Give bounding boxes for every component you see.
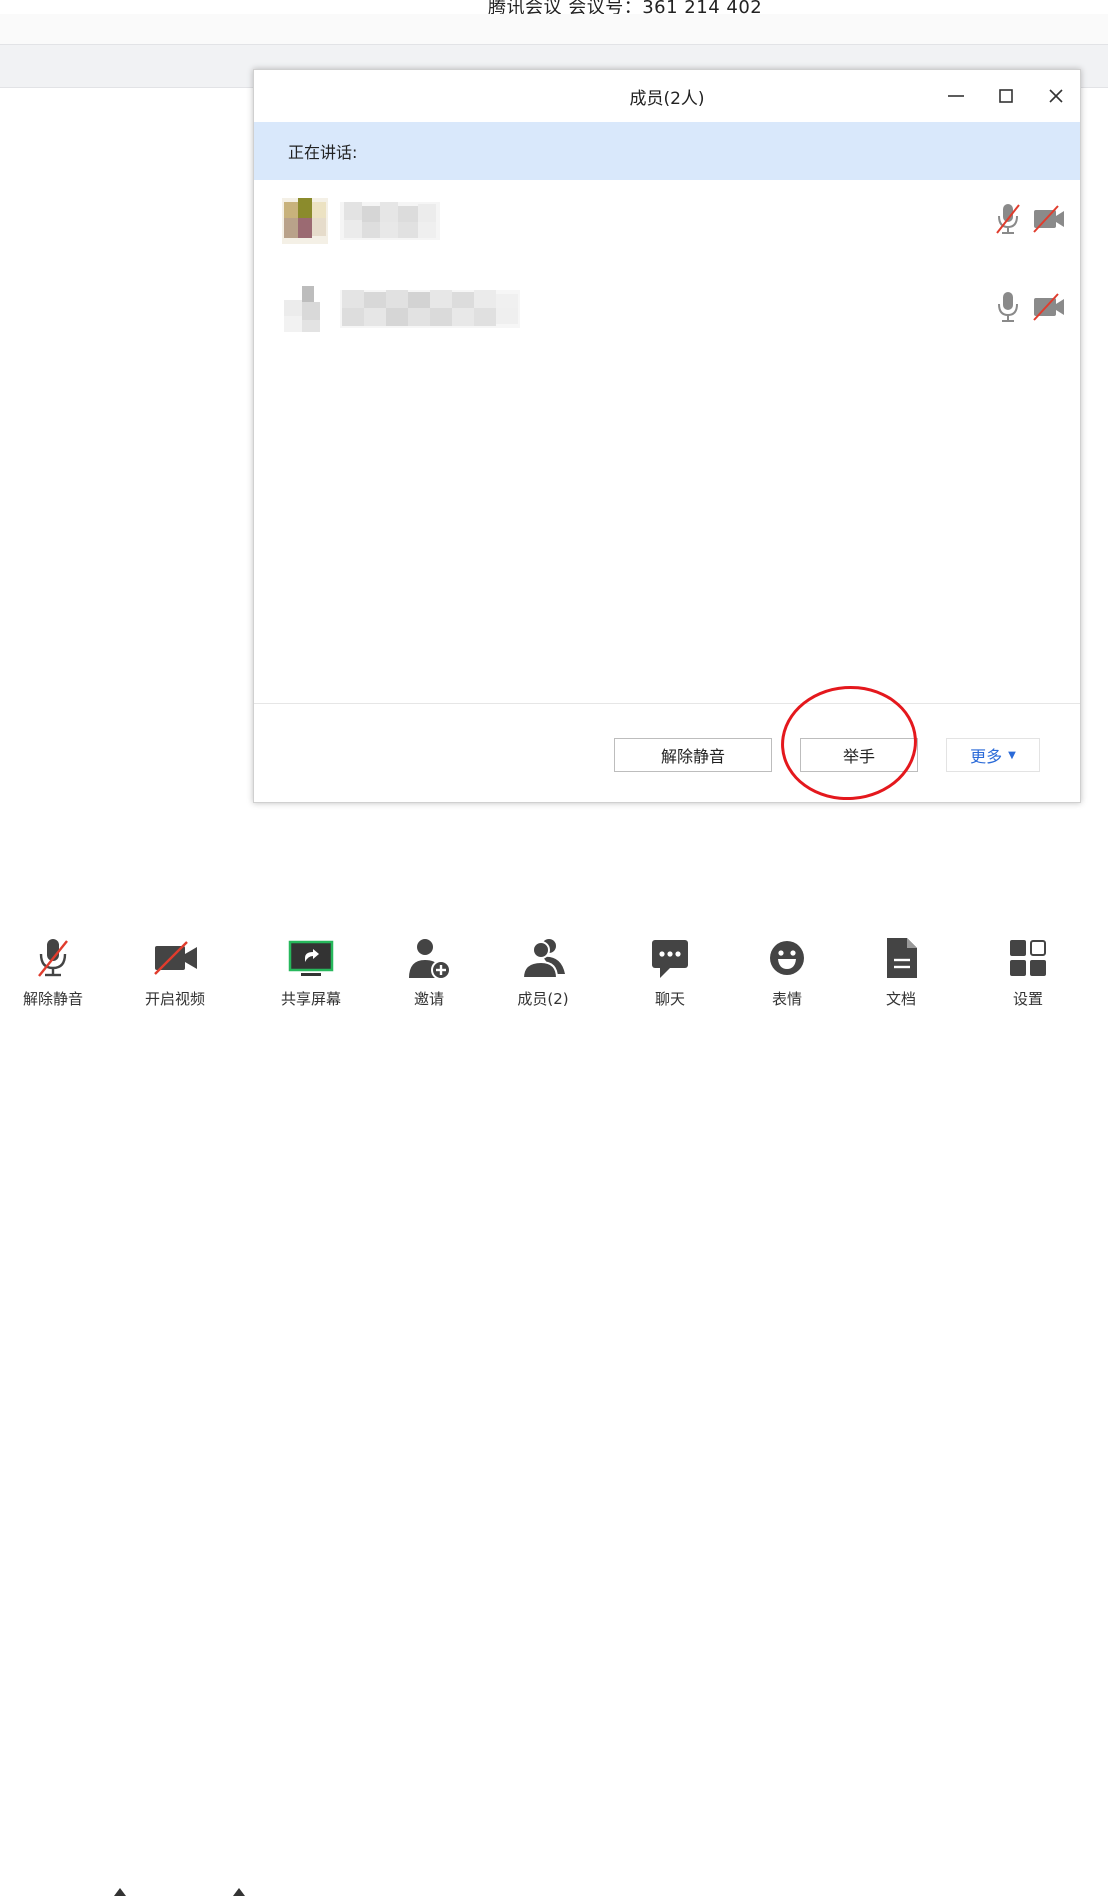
caret-up-icon: [114, 1888, 126, 1896]
mic-icon[interactable]: [994, 290, 1022, 324]
toolbar-label: 设置: [1012, 990, 1043, 1008]
toolbar-label: 表情: [771, 990, 802, 1008]
toolbar-start-video[interactable]: 开启视频: [130, 930, 220, 1019]
video-off-icon[interactable]: [1032, 202, 1066, 236]
member-row[interactable]: [254, 190, 1080, 250]
dialog-footer: 解除静音 举手 更多 ▼: [254, 703, 1080, 804]
close-button[interactable]: [1042, 82, 1070, 110]
toolbar-invite[interactable]: 邀请: [384, 930, 474, 1019]
minimize-icon: [948, 95, 964, 97]
window-title-area: 腾讯会议 会议号：361 214 402: [0, 0, 1108, 14]
share-screen-icon: [288, 940, 334, 976]
invite-icon: [409, 939, 451, 980]
toolbar-label: 文档: [885, 990, 916, 1008]
settings-icon: [1010, 940, 1046, 976]
close-icon: [1049, 89, 1063, 103]
top-strip: [0, 14, 1108, 44]
mic-muted-icon[interactable]: [994, 202, 1022, 236]
caret-down-icon: ▼: [1008, 749, 1016, 761]
maximize-icon: [999, 89, 1013, 103]
meeting-toolbar: 解除静音 开启视频 共享屏幕 邀请 成员(2) 聊天 表情 文档 设置: [0, 930, 1108, 1896]
toolbar-label: 开启视频: [144, 990, 205, 1008]
toolbar-chat[interactable]: 聊天: [625, 930, 715, 1019]
toolbar-label: 共享屏幕: [280, 990, 341, 1008]
toolbar-share-screen[interactable]: 共享屏幕: [266, 930, 356, 1019]
document-icon: [887, 938, 917, 978]
minimize-button[interactable]: [942, 82, 970, 110]
avatar: [282, 286, 328, 332]
blurred-name: [340, 202, 440, 240]
unmute-button[interactable]: 解除静音: [614, 738, 772, 772]
blurred-name: [340, 290, 520, 328]
toolbar-members[interactable]: 成员(2): [498, 930, 588, 1019]
more-button[interactable]: 更多 ▼: [946, 738, 1040, 772]
caret-up-icon: [233, 1888, 245, 1896]
toolbar-label: 解除静音: [22, 990, 83, 1008]
video-off-icon[interactable]: [1032, 290, 1066, 324]
raise-hand-button[interactable]: 举手: [800, 738, 918, 772]
avatar: [282, 198, 328, 244]
members-dialog: 成员(2人) 正在讲话: 解除静音 举手 更多 ▼: [253, 69, 1081, 803]
member-row[interactable]: [254, 278, 1080, 338]
toolbar-settings[interactable]: 设置: [983, 930, 1073, 1019]
toolbar-emoji[interactable]: 表情: [742, 930, 832, 1019]
toolbar-unmute[interactable]: 解除静音: [8, 930, 98, 1019]
toolbar-label: 邀请: [413, 990, 444, 1008]
more-label: 更多: [970, 747, 1003, 766]
members-icon: [521, 939, 565, 979]
speaking-bar: 正在讲话:: [254, 122, 1080, 180]
video-options-caret[interactable]: [229, 1882, 249, 1902]
chat-icon: [652, 940, 688, 978]
window-title: 腾讯会议 会议号：361 214 402: [488, 0, 763, 14]
mic-options-caret[interactable]: [110, 1882, 130, 1902]
mic-muted-icon: [38, 939, 68, 977]
speaking-label: 正在讲话:: [288, 143, 358, 162]
emoji-icon: [770, 941, 804, 975]
video-off-icon: [154, 941, 197, 975]
toolbar-label: 成员(2): [517, 990, 569, 1008]
toolbar-label: 聊天: [654, 990, 685, 1008]
maximize-button[interactable]: [992, 82, 1020, 110]
toolbar-documents[interactable]: 文档: [856, 930, 946, 1019]
